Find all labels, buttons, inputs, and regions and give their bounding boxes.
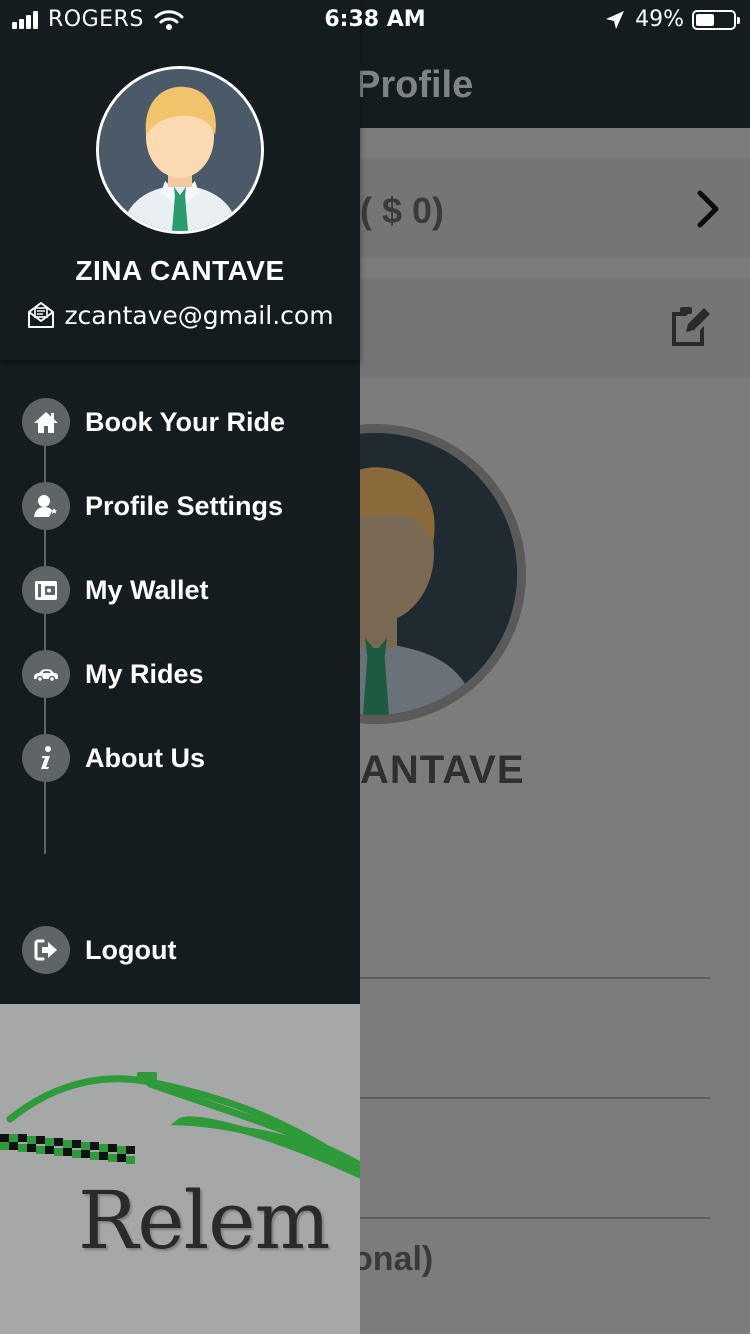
status-bar: ROGERS 6:38 AM 49% xyxy=(0,0,750,40)
battery-icon xyxy=(692,9,740,30)
menu-item-label: About Us xyxy=(85,742,205,773)
menu-item-about-us[interactable]: About Us xyxy=(22,733,205,783)
field-divider xyxy=(360,977,710,979)
field-divider xyxy=(360,1097,710,1099)
menu-item-label: My Rides xyxy=(85,658,204,689)
home-icon xyxy=(22,398,70,446)
info-icon xyxy=(22,734,70,782)
optional-field-label: onal) xyxy=(352,1240,434,1278)
page-title: Profile xyxy=(355,64,474,106)
logout-icon xyxy=(22,926,70,974)
menu-item-profile-settings[interactable]: Profile Settings xyxy=(22,481,283,531)
menu-item-book-your-ride[interactable]: Book Your Ride xyxy=(22,397,285,447)
menu-item-my-wallet[interactable]: My Wallet xyxy=(22,565,209,615)
menu-item-label: Profile Settings xyxy=(85,490,284,521)
user-settings-icon xyxy=(22,482,70,530)
menu-item-my-rides[interactable]: My Rides xyxy=(22,649,204,699)
menu-item-label: My Wallet xyxy=(85,574,209,605)
menu-item-logout[interactable]: Logout xyxy=(22,925,176,975)
menu-item-label: Book Your Ride xyxy=(85,406,286,437)
mail-icon xyxy=(28,302,55,328)
wallet-icon xyxy=(22,566,70,614)
field-divider xyxy=(360,1217,710,1219)
battery-percentage: 49% xyxy=(635,7,684,32)
user-name: ZINA CANTAVE xyxy=(75,255,285,286)
drawer-profile-header: ZINA CANTAVE zcantave@gmail.com xyxy=(0,0,360,360)
profile-name-fragment: ANTAVE xyxy=(360,748,525,792)
menu-item-label: Logout xyxy=(85,934,177,965)
wallet-balance: ( $ 0) xyxy=(360,190,445,231)
avatar[interactable] xyxy=(96,66,264,234)
edit-icon[interactable] xyxy=(666,304,710,348)
brand-logo-text: Relem xyxy=(78,1174,330,1267)
location-arrow-icon xyxy=(606,10,625,29)
user-email: zcantave@gmail.com xyxy=(64,300,334,330)
user-email-row: zcantave@gmail.com xyxy=(0,300,360,330)
car-icon xyxy=(22,650,70,698)
brand-logo-banner: Relem xyxy=(0,1004,360,1334)
taxi-swoosh-logo xyxy=(0,1072,360,1179)
navigation-drawer: ZINA CANTAVE zcantave@gmail.com Book You… xyxy=(0,0,360,1004)
chevron-right-icon[interactable] xyxy=(694,188,724,230)
